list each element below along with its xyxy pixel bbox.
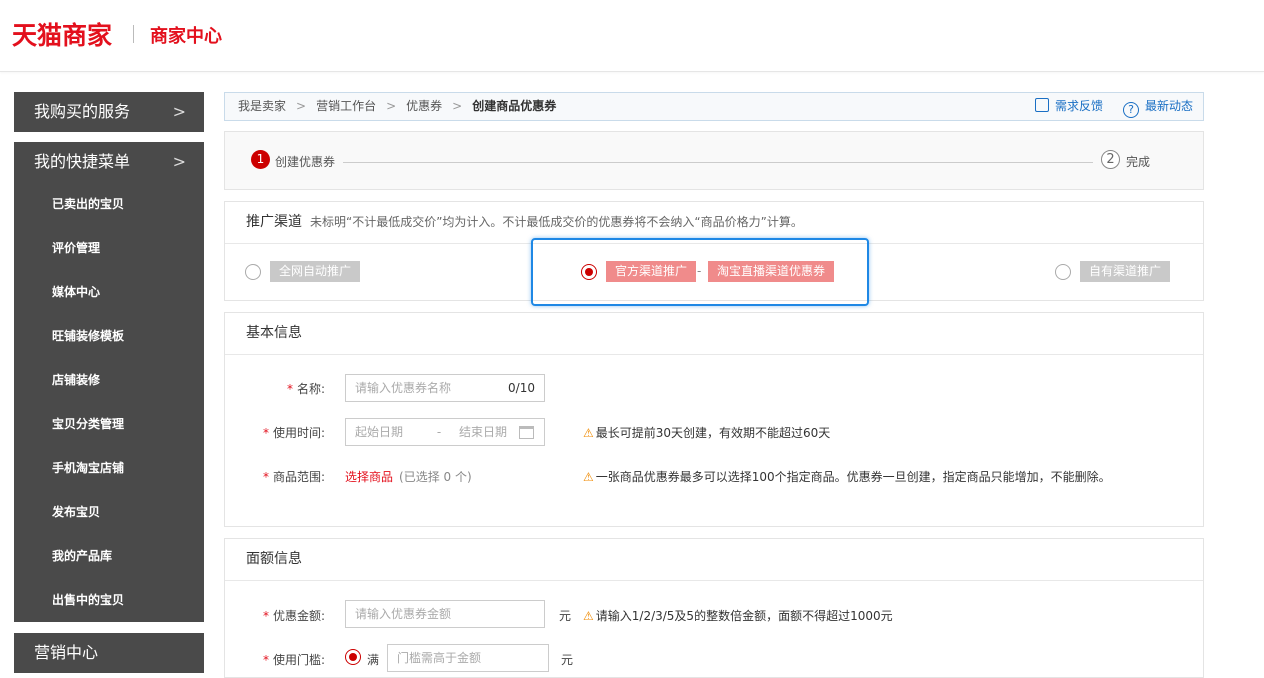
breadcrumb-actions: 需求反馈? 最新动态 xyxy=(1034,93,1193,120)
time-label: * 使用时间: xyxy=(263,426,326,440)
channel-tag-auto[interactable]: 全网自动推广 xyxy=(270,261,361,282)
chevron-right-icon: > xyxy=(172,152,186,171)
threshold-radio[interactable] xyxy=(345,649,361,665)
selected-count: (已选择 0 个) xyxy=(399,470,472,484)
required-mark: * xyxy=(263,653,269,667)
calendar-icon[interactable] xyxy=(519,426,534,439)
required-mark: * xyxy=(287,382,293,396)
range-selector: 选择商品 (已选择 0 个) xyxy=(345,468,472,485)
warning-icon: ⚠ xyxy=(583,609,594,623)
threshold-label: * 使用门槛: xyxy=(263,653,326,667)
sidebar-section-label: 我的快捷菜单 xyxy=(34,152,131,171)
amount-warning: ⚠ 请输入1/2/3/5及5的整数倍金额，面额不得超过1000元 xyxy=(583,609,893,623)
sidebar-item-category-management[interactable]: 宝贝分类管理 xyxy=(14,402,204,446)
select-products-link[interactable]: 选择商品 xyxy=(345,470,393,484)
chevron-right-icon: > xyxy=(296,99,307,113)
name-char-count: 0/10 xyxy=(508,381,535,395)
top-bar: 天猫商家 商家中心 xyxy=(0,0,1264,72)
sidebar-item-product-library[interactable]: 我的产品库 xyxy=(14,534,204,578)
required-mark: * xyxy=(263,609,269,623)
channel-note: 未标明“不计最低成交价”均为计入。不计最低成交价的优惠券将不会纳入“商品价格力”… xyxy=(310,215,803,229)
breadcrumb-item-coupons[interactable]: 优惠券 xyxy=(406,93,442,120)
breadcrumb-item-current: 创建商品优惠券 xyxy=(472,99,557,113)
sidebar-item-sold-items[interactable]: 已卖出的宝贝 xyxy=(14,182,204,226)
chevron-right-icon: > xyxy=(452,99,463,113)
basic-info-header: 基本信息 xyxy=(225,313,1203,355)
chevron-right-icon: > xyxy=(386,99,397,113)
amount-unit: 元 xyxy=(559,609,572,623)
amount-panel: 面额信息 * 优惠金额: 请输入优惠券金额 元 ⚠ 请输入1/2/3/5及5的整数倍… xyxy=(224,538,1204,678)
date-separator: - xyxy=(436,425,442,439)
name-label: * 名称: xyxy=(287,382,326,396)
amount-header: 面额信息 xyxy=(225,539,1203,581)
sidebar-section-marketing-center[interactable]: 营销中心 xyxy=(14,633,204,673)
coupon-amount-input[interactable]: 请输入优惠券金额 xyxy=(345,600,545,628)
help-icon[interactable]: ? xyxy=(1122,102,1139,118)
sidebar-section-purchased-services[interactable]: 我购买的服务 > xyxy=(14,92,204,132)
sidebar-item-mobile-shop[interactable]: 手机淘宝店铺 xyxy=(14,446,204,490)
amount-label: * 优惠金额: xyxy=(263,609,326,623)
tmall-logo[interactable]: 天猫商家 xyxy=(12,16,112,52)
sidebar-item-publish-item[interactable]: 发布宝贝 xyxy=(14,490,204,534)
breadcrumb-item-marketing[interactable]: 营销工作台 xyxy=(316,93,376,120)
amount-placeholder: 请输入优惠券金额 xyxy=(355,607,452,621)
channel-radio-own[interactable] xyxy=(1055,264,1071,280)
breadcrumb: 我是卖家 > 营销工作台 > 优惠券 > 创建商品优惠券 需求反馈? 最新动态 xyxy=(224,92,1204,121)
range-label: * 商品范围: xyxy=(263,470,326,484)
step-2-label: 完成 xyxy=(1126,155,1151,169)
coupon-name-input[interactable]: 请输入优惠券名称 0/10 xyxy=(345,374,545,402)
end-date-placeholder: 结束日期 xyxy=(459,425,508,439)
sidebar-item-items-on-sale[interactable]: 出售中的宝贝 xyxy=(14,578,204,622)
feedback-link[interactable]: 需求反馈 xyxy=(1055,93,1103,120)
step-connector xyxy=(343,162,1093,163)
sidebar-section-quick-menu[interactable]: 我的快捷菜单 > xyxy=(14,142,204,182)
threshold-option-label: 满 xyxy=(367,653,380,667)
main-content: 我是卖家 > 营销工作台 > 优惠券 > 创建商品优惠券 需求反馈? 最新动态 1 创建优惠券… xyxy=(224,92,1204,678)
threshold-placeholder: 门槛需高于金额 xyxy=(397,651,482,665)
sidebar: 我购买的服务 > 我的快捷菜单 > 已卖出的宝贝 评价管理 媒体中心 旺铺装修模… xyxy=(14,92,204,673)
edit-icon[interactable] xyxy=(1034,98,1049,112)
range-warning: ⚠ 一张商品优惠券最多可以选择100个指定商品。优惠券一旦创建，指定商品只能增加，… xyxy=(583,470,1111,484)
step-2-badge: 2 xyxy=(1101,150,1120,169)
required-mark: * xyxy=(263,470,269,484)
news-link[interactable]: 最新动态 xyxy=(1145,93,1193,120)
time-warning: ⚠ 最长可提前30天创建，有效期不能超过60天 xyxy=(583,426,831,440)
sidebar-item-reviews[interactable]: 评价管理 xyxy=(14,226,204,270)
merchant-center-title[interactable]: 商家中心 xyxy=(150,22,222,48)
name-placeholder: 请输入优惠券名称 xyxy=(355,381,452,395)
start-date-placeholder: 起始日期 xyxy=(355,425,404,439)
threshold-unit: 元 xyxy=(561,653,574,667)
basic-info-panel: 基本信息 * 名称: 请输入优惠券名称 0/10 * 使用时间: 起始日期 - 结束… xyxy=(224,312,1204,527)
step-1-label: 创建优惠券 xyxy=(275,155,336,169)
channel-tag-own[interactable]: 自有渠道推广 xyxy=(1080,261,1171,282)
sidebar-item-media-center[interactable]: 媒体中心 xyxy=(14,270,204,314)
chevron-right-icon: > xyxy=(172,102,186,121)
breadcrumb-item-seller[interactable]: 我是卖家 xyxy=(238,93,286,120)
channel-panel: 推广渠道 未标明“不计最低成交价”均为计入。不计最低成交价的优惠券将不会纳入“商品… xyxy=(224,201,1204,306)
selection-highlight xyxy=(531,238,869,306)
logo-divider xyxy=(133,25,134,43)
sidebar-item-shop-decoration[interactable]: 店铺装修 xyxy=(14,358,204,402)
channel-radio-auto[interactable] xyxy=(245,264,261,280)
required-mark: * xyxy=(263,426,269,440)
warning-icon: ⚠ xyxy=(583,426,594,440)
date-range-input[interactable]: 起始日期 - 结束日期 xyxy=(345,418,545,446)
sidebar-item-shop-templates[interactable]: 旺铺装修模板 xyxy=(14,314,204,358)
sidebar-section-label: 我购买的服务 xyxy=(34,102,131,121)
step-1-badge: 1 xyxy=(251,150,270,169)
threshold-input[interactable]: 门槛需高于金额 xyxy=(387,644,549,672)
warning-icon: ⚠ xyxy=(583,470,594,484)
sidebar-quick-menu: 我的快捷菜单 > 已卖出的宝贝 评价管理 媒体中心 旺铺装修模板 店铺装修 宝贝… xyxy=(14,142,204,622)
progress-steps: 1 创建优惠券 2 完成 xyxy=(224,131,1204,190)
section-title: 推广渠道 xyxy=(246,214,302,230)
